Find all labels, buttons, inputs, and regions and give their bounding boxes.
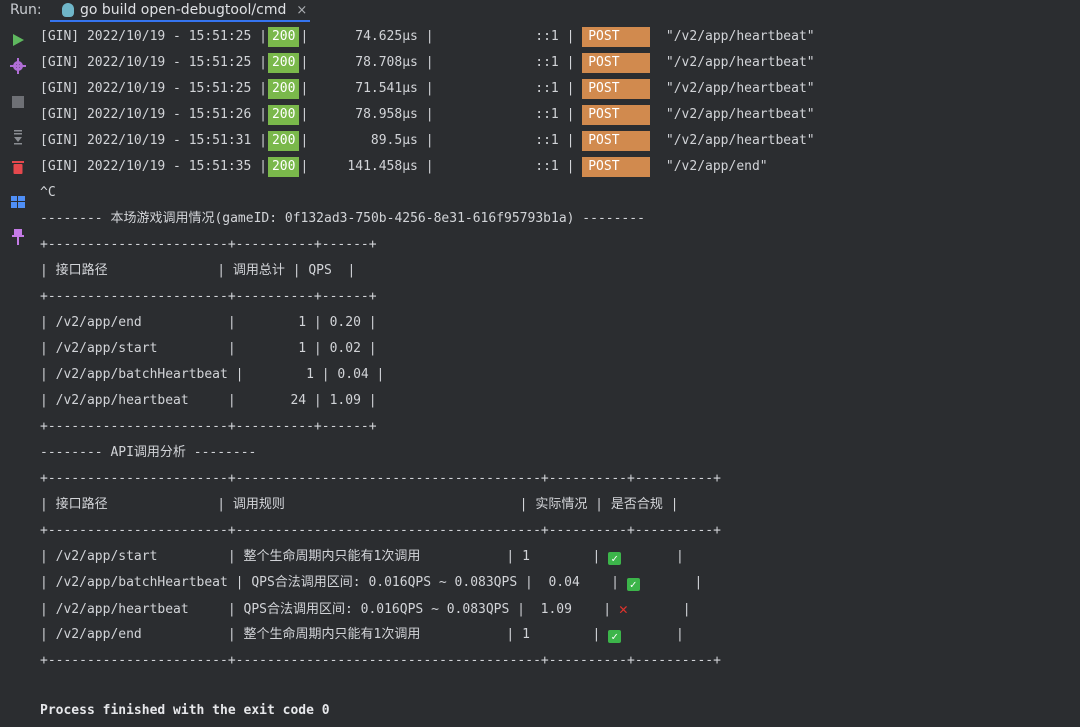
analysis-table-row: | /v2/app/end | 整个生命周期内只能有1次调用 | 1 | ✓ | — [40, 627, 684, 643]
analysis-title: -------- API调用分析 -------- — [40, 445, 257, 460]
summary-table-border: +-----------------------+----------+----… — [40, 237, 377, 252]
debug-gear-icon[interactable] — [9, 57, 27, 75]
interrupt-line: ^C — [40, 185, 56, 200]
go-gopher-icon — [62, 3, 74, 17]
close-icon[interactable]: × — [296, 3, 307, 18]
method-badge: POST — [582, 105, 651, 125]
method-badge: POST — [582, 131, 651, 151]
gin-log-line: [GIN] 2022/10/19 - 15:51:25 | 200 | 71.541… — [40, 78, 815, 100]
status-badge: 200 — [267, 79, 300, 99]
method-badge: POST — [582, 157, 651, 177]
summary-table-border: +-----------------------+----------+----… — [40, 419, 377, 434]
run-tab-label: go build open-debugtool/cmd — [80, 2, 287, 18]
summary-table-border: +-----------------------+----------+----… — [40, 289, 377, 304]
analysis-table-border: +-----------------------+---------------… — [40, 523, 721, 538]
status-badge: 200 — [267, 131, 300, 151]
analysis-table-border: +-----------------------+---------------… — [40, 471, 721, 486]
summary-table-header: | 接口路径 | 调用总计 | QPS | — [40, 263, 356, 278]
scroll-to-end-icon[interactable] — [9, 128, 27, 146]
layout-icon[interactable] — [9, 193, 27, 211]
method-badge: POST — [582, 27, 651, 47]
check-icon: ✓ — [608, 630, 622, 643]
analysis-table-border: +-----------------------+---------------… — [40, 653, 721, 668]
run-toolbar: Run: go build open-debugtool/cmd × — [0, 0, 1080, 23]
gin-log-line: [GIN] 2022/10/19 - 15:51:35 | 200 | 141.45… — [40, 156, 768, 178]
check-icon: ✓ — [626, 578, 640, 591]
trash-icon[interactable] — [9, 158, 27, 176]
summary-table-row: | /v2/app/heartbeat | 24 | 1.09 | — [40, 393, 377, 408]
analysis-table-row: | /v2/app/start | 整个生命周期内只能有1次调用 | 1 | ✓… — [40, 549, 684, 565]
method-badge: POST — [582, 79, 651, 99]
stop-icon[interactable] — [9, 93, 27, 111]
gin-log-line: [GIN] 2022/10/19 - 15:51:25 | 200 | 78.708… — [40, 52, 815, 74]
gin-log-line: [GIN] 2022/10/19 - 15:51:25 | 200 | 74.625… — [40, 26, 815, 48]
console-output: [GIN] 2022/10/19 - 15:51:25 | 200 | 74.625… — [36, 22, 1080, 727]
status-badge: 200 — [267, 27, 300, 47]
gin-log-line: [GIN] 2022/10/19 - 15:51:31 | 200 | 89.5µs… — [40, 130, 815, 152]
summary-title: -------- 本场游戏调用情况(gameID: 0f132ad3-750b-… — [40, 211, 645, 226]
status-badge: 200 — [267, 157, 300, 177]
gin-log-line: [GIN] 2022/10/19 - 15:51:26 | 200 | 78.958… — [40, 104, 815, 126]
cross-icon: ✕ — [618, 600, 628, 618]
run-tab[interactable]: go build open-debugtool/cmd × — [50, 0, 310, 22]
summary-table-row: | /v2/app/batchHeartbeat | 1 | 0.04 | — [40, 367, 385, 382]
run-sidebar — [0, 22, 36, 727]
method-badge: POST — [582, 53, 651, 73]
exit-message: Process finished with the exit code 0 — [40, 703, 330, 718]
status-badge: 200 — [267, 105, 300, 125]
play-icon[interactable] — [9, 31, 27, 49]
pin-icon[interactable] — [9, 228, 27, 246]
summary-table-row: | /v2/app/end | 1 | 0.20 | — [40, 315, 377, 330]
run-label: Run: — [10, 2, 42, 18]
analysis-table-row: | /v2/app/heartbeat | QPS合法调用区间: 0.016QP… — [40, 600, 691, 618]
analysis-table-header: | 接口路径 | 调用规则 | 实际情况 | 是否合规 | — [40, 497, 679, 512]
status-badge: 200 — [267, 53, 300, 73]
summary-table-row: | /v2/app/start | 1 | 0.02 | — [40, 341, 377, 356]
check-icon: ✓ — [608, 552, 622, 565]
analysis-table-row: | /v2/app/batchHeartbeat | QPS合法调用区间: 0.… — [40, 575, 703, 591]
